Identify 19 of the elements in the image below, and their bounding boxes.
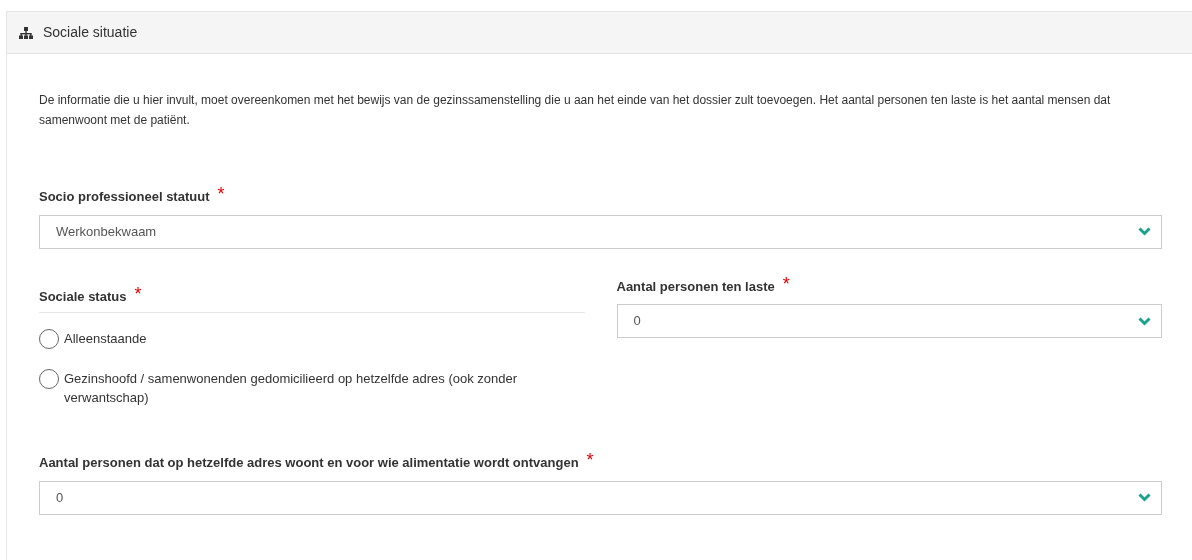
field-label: Sociale status <box>39 287 127 306</box>
chevron-down-icon <box>1138 227 1151 236</box>
field-label: Aantal personen ten laste <box>616 277 775 296</box>
required-mark: * <box>782 276 790 291</box>
required-mark: * <box>586 453 594 467</box>
field-label: Socio professioneel statuut <box>39 188 210 206</box>
intro-text: De informatie die u hier invult, moet overeenkomen met het bewijs van de gezinssamenstelling die u aan het einde van het dossier zult toevoegen. Het aantal personen ten laste is het aantal mensen dat samenwoont met de patiënt. <box>39 92 1112 129</box>
sitemap-icon <box>19 26 33 39</box>
field-label: Aantal personen dat op hetzelfde adres woont en voor wie alimentatie wordt ontvangen <box>39 454 579 472</box>
radio-label: Gezinshoofd / samenwonenden gedomicilieerd op hetzelfde adres (ook zonder verwantschap) <box>64 370 519 407</box>
required-mark: * <box>217 187 225 201</box>
chevron-down-icon <box>1138 316 1151 326</box>
select-field[interactable]: Werkonbekwaam <box>39 214 1162 249</box>
radio-label: Alleenstaande <box>64 330 147 348</box>
required-mark: * <box>134 286 142 301</box>
select-field[interactable]: 0 <box>39 480 1162 515</box>
select-field[interactable]: 0 <box>616 304 1162 338</box>
panel-title: Sociale situatie <box>43 23 138 42</box>
chevron-down-icon <box>1138 493 1151 502</box>
